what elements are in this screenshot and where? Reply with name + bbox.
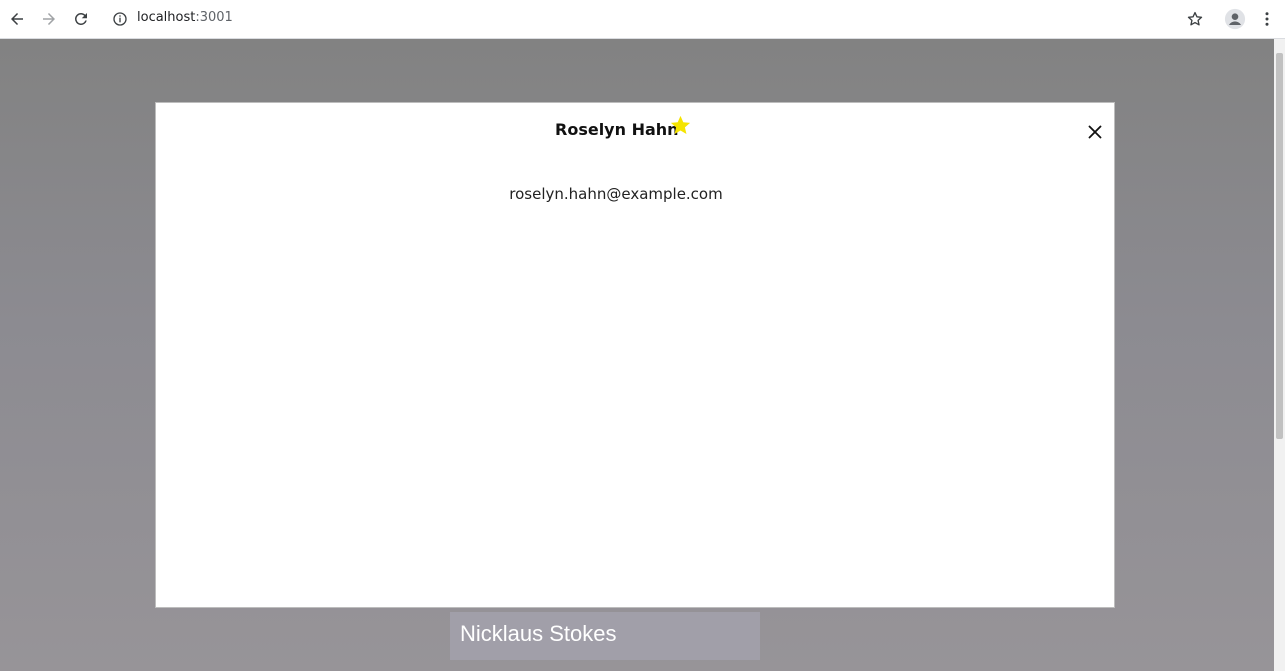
bookmark-button[interactable] (1180, 4, 1210, 34)
scrollbar-thumb[interactable] (1276, 53, 1283, 439)
account-circle-icon (1224, 8, 1246, 30)
contact-name-title: Roselyn Hahn (555, 120, 679, 139)
browser-toolbar: localhost:3001 (0, 0, 1285, 39)
contact-email: roselyn.hahn@example.com (509, 185, 723, 203)
url-text: localhost:3001 (137, 10, 233, 25)
favorite-star-icon[interactable] (669, 114, 692, 137)
arrow-left-icon (11, 13, 23, 25)
profile-button[interactable] (1220, 4, 1250, 34)
contact-card[interactable]: Nicklaus Stokes (450, 612, 760, 660)
contact-card-name: Nicklaus Stokes (460, 621, 617, 646)
url-port: :3001 (195, 10, 233, 25)
reload-icon (74, 12, 87, 25)
contact-detail-modal: Roselyn Hahn roselyn.hahn@example.com (155, 102, 1115, 608)
star-outline-icon (1187, 11, 1203, 26)
close-icon (1088, 125, 1102, 139)
reload-button[interactable] (66, 4, 96, 34)
back-button[interactable] (2, 4, 32, 34)
forward-button[interactable] (34, 4, 64, 34)
arrow-right-icon (43, 13, 55, 25)
close-button[interactable] (1084, 121, 1106, 143)
info-icon[interactable] (112, 11, 128, 27)
address-bar[interactable]: localhost:3001 (102, 4, 1212, 34)
url-host: localhost (137, 10, 196, 25)
browser-menu-button[interactable] (1252, 4, 1282, 34)
vertical-dots-icon (1265, 12, 1269, 26)
scrollbar[interactable] (1274, 39, 1285, 671)
